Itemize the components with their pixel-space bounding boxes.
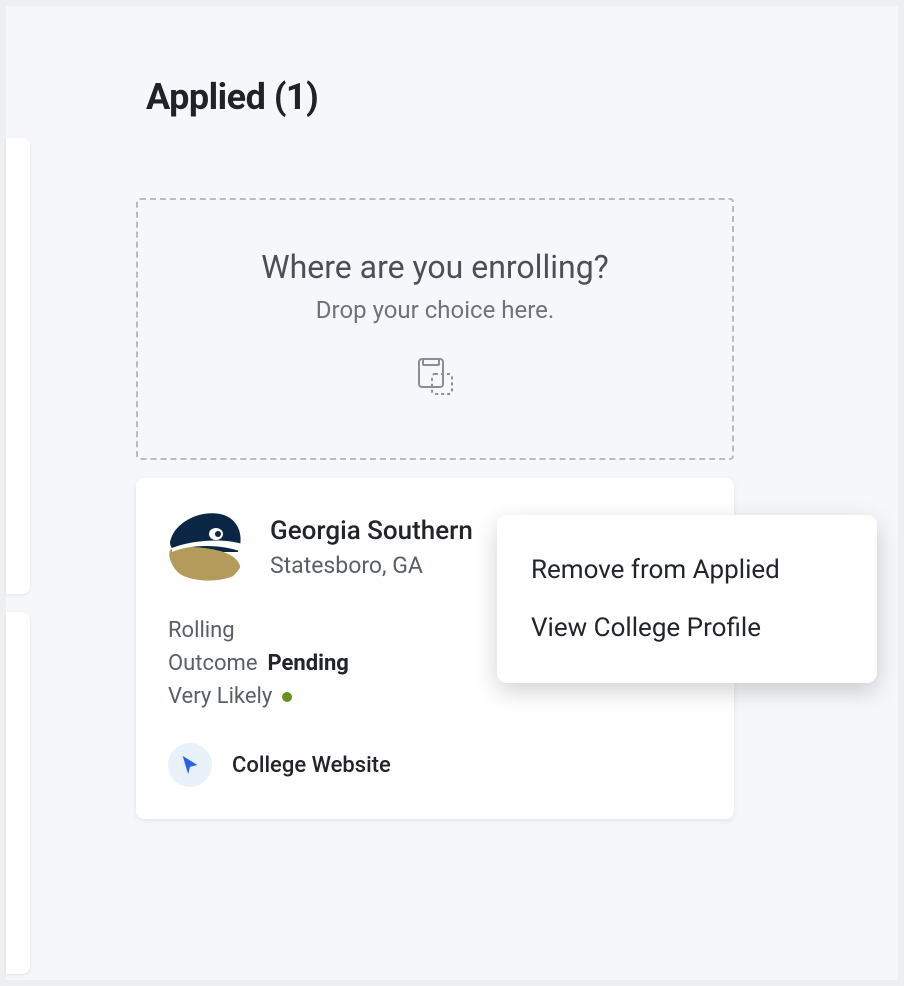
dropzone-subtitle: Drop your choice here. xyxy=(158,296,712,324)
menu-item-view-profile[interactable]: View College Profile xyxy=(497,599,877,657)
drag-drop-icon xyxy=(414,356,456,402)
outcome-label: Outcome xyxy=(168,651,257,676)
school-logo xyxy=(168,508,246,586)
college-website-link[interactable]: College Website xyxy=(232,753,391,778)
likelihood-indicator-icon xyxy=(282,692,292,702)
enrollment-dropzone[interactable]: Where are you enrolling? Drop your choic… xyxy=(136,198,734,460)
likelihood-text: Very Likely xyxy=(168,684,272,709)
cursor-icon xyxy=(168,743,212,787)
menu-item-remove[interactable]: Remove from Applied xyxy=(497,541,877,599)
school-name: Georgia Southern xyxy=(270,515,473,549)
likelihood-row: Very Likely xyxy=(168,684,702,709)
page-title: Applied (1) xyxy=(146,76,838,118)
context-menu: Remove from Applied View College Profile xyxy=(497,515,877,683)
school-location: Statesboro, GA xyxy=(270,552,473,579)
dropzone-title: Where are you enrolling? xyxy=(158,248,712,286)
adjacent-card-stub xyxy=(6,612,30,974)
adjacent-card-stub xyxy=(6,138,30,594)
outcome-value: Pending xyxy=(267,651,348,676)
